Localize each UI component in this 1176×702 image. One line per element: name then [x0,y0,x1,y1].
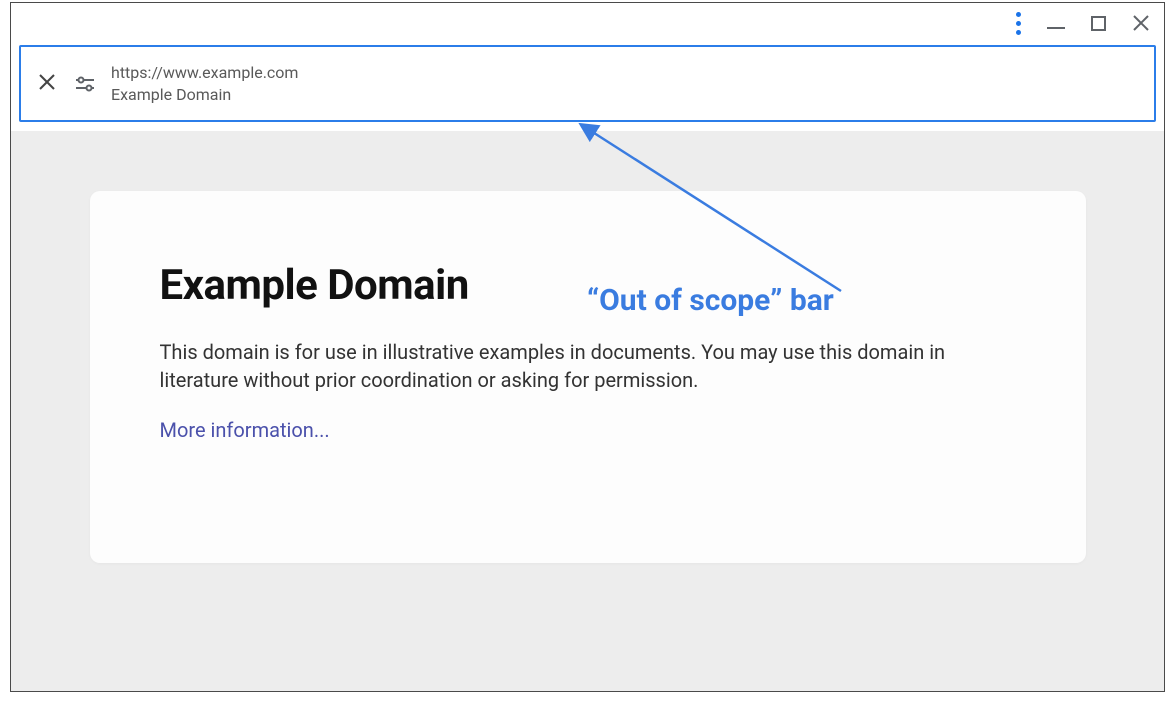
close-icon[interactable] [1132,14,1150,32]
page-viewport: Example Domain This domain is for use in… [11,131,1164,691]
window-titlebar [11,3,1164,43]
sliders-icon[interactable] [73,72,97,96]
page-body: This domain is for use in illustrative e… [160,338,990,394]
dismiss-scope-icon[interactable] [39,74,59,94]
scope-page-title: Example Domain [111,84,298,106]
more-information-link[interactable]: More information... [160,418,330,442]
out-of-scope-bar: https://www.example.com Example Domain [19,45,1156,122]
minimize-icon[interactable] [1047,17,1065,29]
content-card: Example Domain This domain is for use in… [90,191,1086,563]
scope-url: https://www.example.com [111,62,298,84]
more-vertical-icon[interactable] [1016,12,1021,35]
scope-bar-text: https://www.example.com Example Domain [111,62,298,105]
browser-window: https://www.example.com Example Domain E… [10,2,1165,692]
annotation-label: “Out of scope” bar [587,283,834,318]
maximize-icon[interactable] [1091,16,1106,31]
